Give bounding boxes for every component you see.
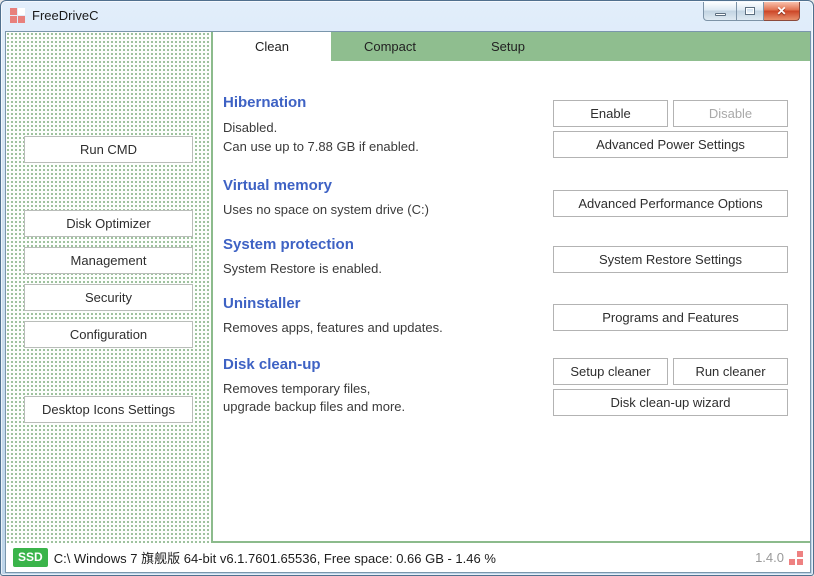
ssd-badge: SSD	[13, 548, 48, 566]
tab-compact[interactable]: Compact	[331, 32, 449, 61]
disk-cleanup-heading: Disk clean-up	[223, 356, 321, 373]
disk-cleanup-wizard-button[interactable]: Disk clean-up wizard	[553, 389, 788, 416]
close-icon: ✕	[776, 5, 786, 17]
uninstaller-heading: Uninstaller	[223, 295, 301, 312]
desktop-icons-settings-button[interactable]: Desktop Icons Settings	[24, 396, 193, 423]
management-button[interactable]: Management	[24, 247, 193, 274]
app-version: 1.4.0	[755, 550, 784, 565]
advanced-power-settings-button[interactable]: Advanced Power Settings	[553, 131, 788, 158]
configuration-button[interactable]: Configuration	[24, 321, 193, 348]
system-restore-settings-button[interactable]: System Restore Settings	[553, 246, 788, 273]
client-area: Run CMD Disk Optimizer Management Securi…	[5, 31, 811, 573]
system-protection-line-1: System Restore is enabled.	[223, 261, 382, 276]
app-logo-icon	[10, 8, 26, 24]
minimize-icon	[715, 13, 726, 16]
mini-logo-icon	[789, 551, 803, 565]
system-info-text: C:\ Windows 7 旗舰版 64-bit v6.1.7601.65536…	[54, 548, 496, 567]
status-bar: SSD C:\ Windows 7 旗舰版 64-bit v6.1.7601.6…	[6, 543, 810, 572]
security-button[interactable]: Security	[24, 284, 193, 311]
maximize-icon	[745, 7, 755, 15]
system-protection-heading: System protection	[223, 236, 354, 253]
virtual-memory-line-1: Uses no space on system drive (C:)	[223, 202, 429, 217]
setup-cleaner-button[interactable]: Setup cleaner	[553, 358, 668, 385]
titlebar: FreeDriveC ✕	[1, 1, 813, 31]
uninstaller-line-1: Removes apps, features and updates.	[223, 320, 443, 335]
run-cmd-button[interactable]: Run CMD	[24, 136, 193, 163]
tab-setup[interactable]: Setup	[449, 32, 567, 61]
advanced-performance-options-button[interactable]: Advanced Performance Options	[553, 190, 788, 217]
hibernation-heading: Hibernation	[223, 94, 306, 111]
programs-and-features-button[interactable]: Programs and Features	[553, 304, 788, 331]
run-cleaner-button[interactable]: Run cleaner	[673, 358, 788, 385]
window-title: FreeDriveC	[32, 8, 98, 23]
disk-optimizer-button[interactable]: Disk Optimizer	[24, 210, 193, 237]
disk-cleanup-line-1: Removes temporary files,	[223, 381, 370, 396]
tab-clean[interactable]: Clean	[213, 32, 331, 61]
minimize-button[interactable]	[703, 2, 737, 21]
app-window: FreeDriveC ✕ Run CMD Disk Optimizer Mana…	[0, 0, 814, 576]
content-panel: Clean Compact Setup Hibernation Disabled…	[211, 32, 810, 543]
disable-button[interactable]: Disable	[673, 100, 788, 127]
tab-bar: Clean Compact Setup	[213, 32, 810, 61]
hibernation-line-1: Disabled.	[223, 120, 277, 135]
enable-button[interactable]: Enable	[553, 100, 668, 127]
sidebar: Run CMD Disk Optimizer Management Securi…	[6, 32, 211, 543]
disk-cleanup-line-2: upgrade backup files and more.	[223, 399, 405, 414]
window-controls: ✕	[703, 2, 800, 21]
virtual-memory-heading: Virtual memory	[223, 177, 332, 194]
maximize-button[interactable]	[737, 2, 764, 21]
close-button[interactable]: ✕	[764, 2, 800, 21]
hibernation-line-2: Can use up to 7.88 GB if enabled.	[223, 139, 419, 154]
